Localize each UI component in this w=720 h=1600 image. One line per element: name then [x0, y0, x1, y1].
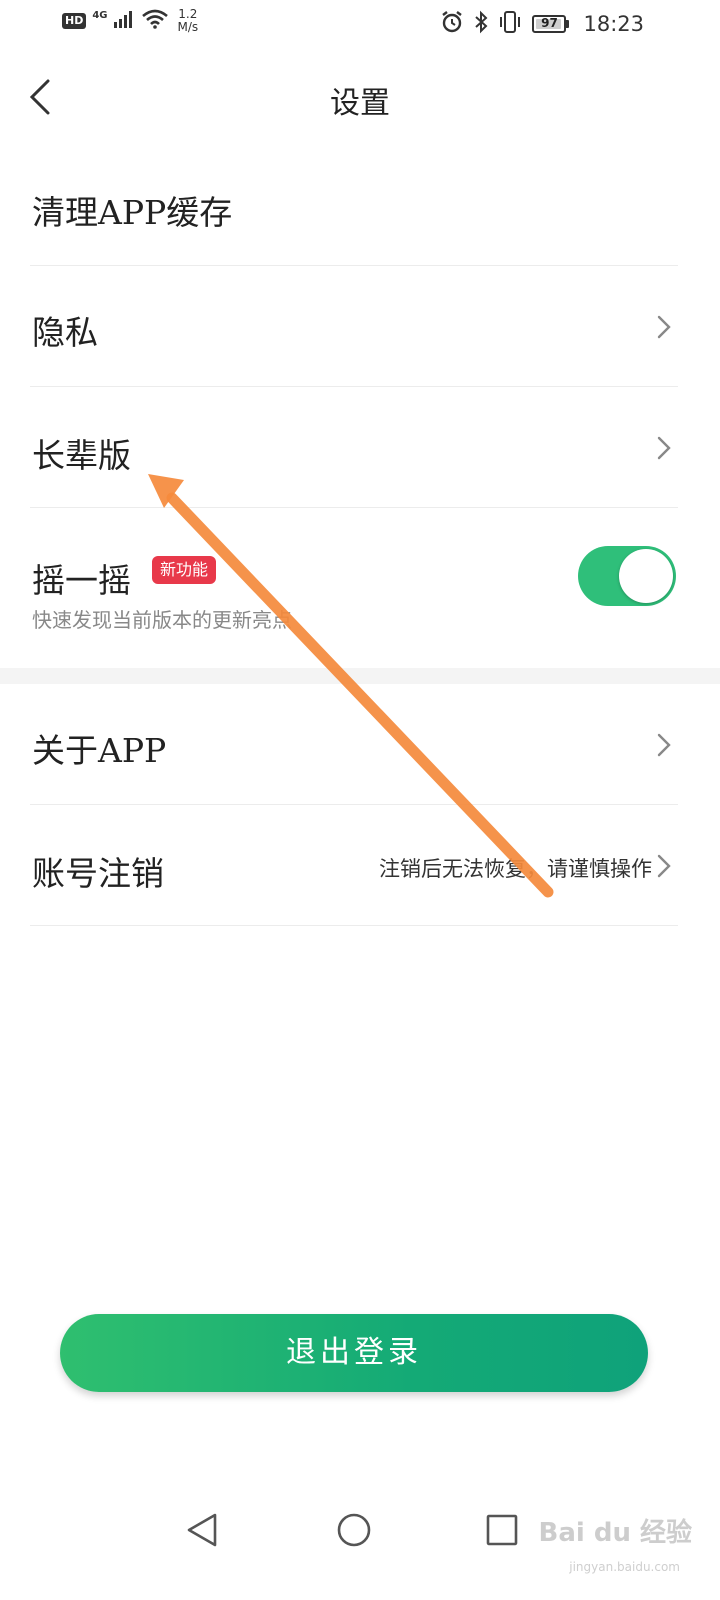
page-title: 设置: [330, 86, 390, 121]
vibrate-icon: [498, 11, 522, 37]
about-app-label: 关于APP: [32, 731, 167, 770]
chevron-right-icon: [657, 315, 671, 339]
chevron-right-icon: [657, 733, 671, 757]
shake-item: 摇一摇 新功能 快速发现当前版本的更新亮点: [30, 508, 678, 668]
about-app-item[interactable]: 关于APP: [30, 684, 678, 805]
elder-mode-label: 长辈版: [32, 436, 131, 475]
new-feature-badge: 新功能: [152, 556, 217, 584]
clear-cache-label: 清理APP缓存: [32, 193, 233, 232]
network-speed: 1.2 M/s: [178, 8, 199, 34]
logout-button[interactable]: 退出登录: [60, 1314, 648, 1392]
nav-home-button[interactable]: [330, 1506, 378, 1554]
bluetooth-icon: [474, 10, 488, 38]
alarm-icon: [440, 10, 464, 38]
account-deletion-hint: 注销后无法恢复，请谨慎操作: [379, 857, 652, 881]
watermark-logo: Bai du 经验: [538, 1518, 693, 1548]
network-type: 4G: [92, 9, 108, 21]
nav-recents-button[interactable]: [478, 1506, 526, 1554]
status-bar: HD 4G 1.2 M/s 97 18:23: [0, 0, 720, 48]
battery-icon: 97: [532, 15, 570, 33]
shake-subtitle: 快速发现当前版本的更新亮点: [32, 608, 292, 632]
chevron-right-icon: [657, 436, 671, 460]
clear-cache-item[interactable]: 清理APP缓存: [30, 148, 678, 266]
privacy-label: 隐私: [32, 313, 98, 352]
elder-mode-item[interactable]: 长辈版: [30, 387, 678, 508]
battery-level: 97: [541, 16, 558, 30]
watermark-url: jingyan.baidu.com: [569, 1560, 680, 1574]
header: 设置: [0, 58, 720, 138]
back-triangle-icon: [187, 1513, 217, 1547]
speed-unit: M/s: [177, 20, 199, 34]
clock: 18:23: [583, 12, 644, 36]
chevron-right-icon: [657, 854, 671, 878]
section-divider: [0, 668, 720, 684]
shake-toggle[interactable]: [578, 546, 676, 606]
wifi-icon: [141, 9, 168, 33]
home-circle-icon: [337, 1513, 371, 1547]
nav-back-button[interactable]: [178, 1506, 226, 1554]
account-deletion-item[interactable]: 账号注销 注销后无法恢复，请谨慎操作: [30, 805, 678, 926]
privacy-item[interactable]: 隐私: [30, 266, 678, 387]
hd-badge: HD: [62, 13, 87, 29]
toggle-knob: [619, 549, 673, 603]
account-deletion-label: 账号注销: [32, 854, 164, 893]
shake-label: 摇一摇: [32, 561, 131, 600]
signal-icon: [113, 10, 136, 32]
recents-square-icon: [486, 1514, 518, 1546]
